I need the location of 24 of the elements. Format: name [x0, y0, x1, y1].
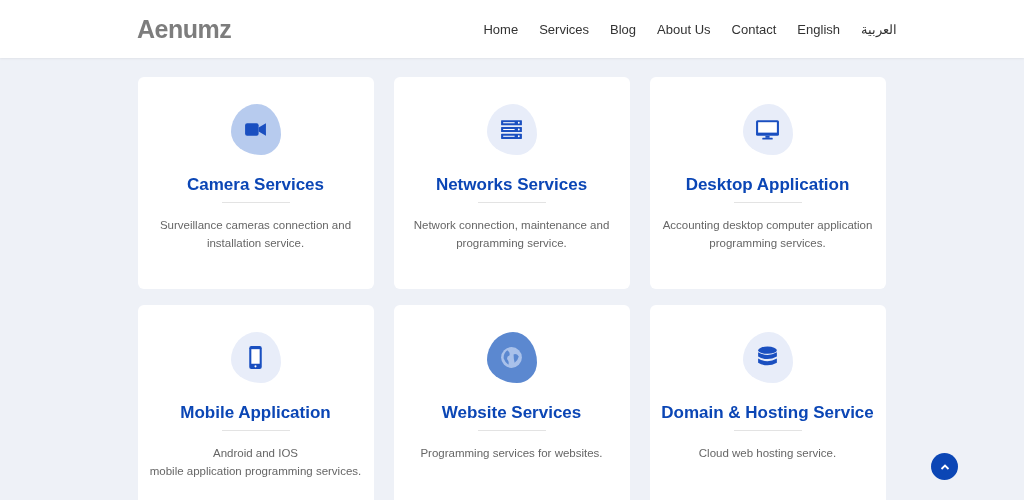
nav-link[interactable]: About Us	[657, 21, 711, 37]
nav-link[interactable]: Contact	[731, 21, 777, 37]
nav-link[interactable]: Blog	[610, 21, 637, 37]
service-description: Accounting desktop computer application programming services.	[661, 218, 874, 251]
nav-link[interactable]: العربية	[861, 21, 897, 37]
scroll-to-top-button[interactable]	[931, 453, 958, 480]
service-description: Surveillance cameras connection and installation service.	[158, 218, 353, 251]
service-description: Cloud web hosting service.	[698, 446, 837, 461]
nav-link[interactable]: Home	[483, 21, 519, 37]
globe-icon	[499, 345, 524, 370]
logo[interactable]: Aenumz	[137, 14, 232, 44]
nav-link[interactable]: Services	[539, 21, 590, 37]
service-title[interactable]: Camera Services	[186, 175, 324, 195]
service-description: Android and IOS mobile application programming services.	[149, 446, 362, 479]
service-title[interactable]: Domain & Hosting Service	[661, 403, 874, 423]
service-title[interactable]: Website Services	[441, 403, 582, 423]
service-title[interactable]: Desktop Application	[685, 175, 850, 195]
service-title[interactable]: Networks Services	[435, 175, 588, 195]
service-title[interactable]: Mobile Application	[180, 403, 331, 423]
nav-link[interactable]: English	[797, 21, 840, 37]
monitor-icon	[755, 117, 780, 142]
server-icon	[499, 117, 524, 142]
service-description: Programming services for websites.	[420, 446, 603, 461]
service-description: Network connection, maintenance and programming service.	[412, 218, 611, 251]
